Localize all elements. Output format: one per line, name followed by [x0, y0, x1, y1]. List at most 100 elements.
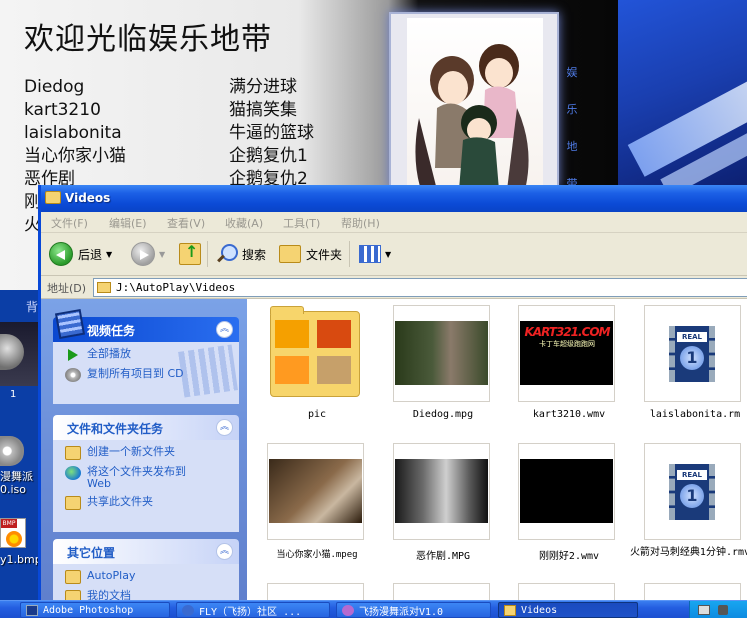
- anime-characters-illustration: [415, 44, 529, 186]
- menu-bar: 文件(F) 编辑(E) 查看(V) 收藏(A) 工具(T) 帮助(H): [41, 212, 747, 233]
- file-name: 恶作剧.MPG: [415, 551, 471, 562]
- address-path[interactable]: J:\AutoPlay\Videos: [116, 281, 235, 294]
- back-arrow-icon: [49, 242, 73, 266]
- file-name: Diedog.mpg: [412, 409, 474, 420]
- dropdown-arrow-icon[interactable]: ▼: [106, 250, 112, 259]
- menu-help[interactable]: 帮助(H): [341, 215, 380, 231]
- web-publish-icon: [65, 466, 81, 480]
- pictures-folder-icon: [270, 306, 360, 397]
- desktop-number-label: 1: [10, 389, 17, 400]
- title-bar[interactable]: Videos: [41, 185, 747, 212]
- file-tasks-panel: 文件和文件夹任务 ︽ 创建一个新文件夹 将这个文件夹发布到 Web 共享此文件夹: [53, 415, 239, 532]
- video-link[interactable]: 猫搞笑集: [229, 99, 314, 122]
- anime-poster-image: [389, 12, 559, 188]
- file-name: 当心你家小猫.mpeg: [276, 550, 358, 560]
- video-link[interactable]: laislabonita: [24, 122, 126, 145]
- menu-file[interactable]: 文件(F): [51, 215, 88, 231]
- address-input[interactable]: J:\AutoPlay\Videos: [93, 278, 747, 297]
- film-icon: [54, 308, 86, 340]
- up-folder-button[interactable]: [179, 239, 201, 269]
- file-name: pic: [307, 409, 327, 420]
- browser-icon: [182, 604, 194, 616]
- realplayer-file-icon: REAL 1: [669, 326, 715, 382]
- dropdown-arrow-icon[interactable]: ▼: [159, 250, 165, 259]
- toolbar: 后退 ▼ ▼ 搜索 文件夹 ▼: [41, 233, 747, 276]
- folder-icon: [65, 570, 81, 584]
- other-places-header[interactable]: 其它位置 ︽: [53, 539, 239, 564]
- folder-icon: [504, 604, 516, 616]
- menu-tools[interactable]: 工具(T): [283, 215, 320, 231]
- file-name: 火箭对马刺经典1分钟.rmvb: [629, 547, 747, 558]
- views-icon: [359, 245, 381, 263]
- search-button[interactable]: 搜索: [215, 239, 266, 269]
- video-thumbnail[interactable]: [393, 443, 490, 540]
- other-places-panel: 其它位置 ︽ AutoPlay 我的文档: [53, 539, 239, 603]
- taskbar-button-videos[interactable]: Videos: [498, 602, 638, 618]
- menu-view[interactable]: 查看(V): [167, 215, 205, 231]
- tray-app-icon[interactable]: [718, 605, 728, 615]
- taskbar-button-app[interactable]: 飞扬漫舞派对V1.0: [336, 602, 491, 618]
- video-link[interactable]: 企鹅复仇1: [229, 145, 314, 168]
- folder-icon: [97, 282, 111, 293]
- film-watermark-icon: [178, 344, 238, 398]
- collapse-chevron-icon[interactable]: ︽: [216, 419, 233, 436]
- collapse-chevron-icon[interactable]: ︽: [216, 321, 233, 338]
- video-thumbnail[interactable]: [518, 443, 615, 540]
- taskbar-button-photoshop[interactable]: Adobe Photoshop: [20, 602, 170, 618]
- video-tasks-panel: 视频任务 ︽ 全部播放 复制所有项目到 CD: [53, 308, 239, 404]
- new-folder-link[interactable]: 创建一个新文件夹: [65, 446, 231, 460]
- realmedia-thumbnail[interactable]: REAL 1: [644, 443, 741, 540]
- share-folder-icon: [65, 496, 81, 510]
- file-tasks-header[interactable]: 文件和文件夹任务 ︽: [53, 415, 239, 440]
- background-decoration: [618, 0, 747, 197]
- new-folder-icon: [65, 446, 81, 460]
- video-tasks-header[interactable]: 视频任务 ︽: [53, 308, 239, 342]
- video-link[interactable]: Diedog: [24, 76, 126, 99]
- bmp-image-icon[interactable]: BMP: [0, 518, 26, 548]
- explorer-window: Videos 文件(F) 编辑(E) 查看(V) 收藏(A) 工具(T) 帮助(…: [38, 185, 747, 603]
- forward-button[interactable]: ▼: [131, 239, 165, 269]
- back-button[interactable]: 后退 ▼: [49, 239, 112, 269]
- monitor-icon[interactable]: [698, 605, 710, 615]
- address-bar: 地址(D) J:\AutoPlay\Videos: [41, 276, 747, 299]
- photoshop-icon: [26, 604, 38, 616]
- menu-favorites[interactable]: 收藏(A): [225, 215, 263, 231]
- forward-arrow-icon: [131, 242, 155, 266]
- place-autoplay-link[interactable]: AutoPlay: [65, 570, 231, 584]
- app-icon: [342, 604, 354, 616]
- autoplay-title: 欢迎光临娱乐地带: [24, 22, 272, 57]
- file-name: 刚刚好2.wmv: [538, 551, 600, 562]
- views-button[interactable]: ▼: [359, 239, 391, 269]
- file-name: laislabonita.rm: [649, 409, 741, 420]
- video-thumbnail[interactable]: KART321.COM 卡丁车超级跑跑网: [518, 305, 615, 402]
- play-icon: [65, 348, 81, 362]
- window-title: Videos: [65, 191, 111, 205]
- vertical-site-name: 娱 乐 地 带: [566, 66, 578, 190]
- publish-web-link[interactable]: 将这个文件夹发布到 Web: [65, 466, 231, 490]
- file-list-area: pic Diedog.mpg KART321.COM 卡丁车超级跑跑网 kart…: [247, 299, 747, 603]
- folders-button[interactable]: 文件夹: [279, 239, 342, 269]
- taskbar-button-browser[interactable]: FLY（飞扬）社区 ...: [176, 602, 330, 618]
- system-tray: [689, 601, 747, 618]
- video-thumbnail[interactable]: [393, 305, 490, 402]
- address-label: 地址(D): [47, 282, 87, 295]
- realplayer-file-icon: REAL 1: [669, 464, 715, 520]
- share-folder-link[interactable]: 共享此文件夹: [65, 496, 231, 510]
- cd-icon: [65, 368, 81, 382]
- video-link-list-right: 满分进球 猫搞笑集 牛逼的篮球 企鹅复仇1 企鹅复仇2: [229, 76, 314, 191]
- video-link[interactable]: 牛逼的篮球: [229, 122, 314, 145]
- partial-label: 背: [26, 300, 39, 314]
- realmedia-thumbnail[interactable]: REAL 1: [644, 305, 741, 402]
- folder-icon: [45, 191, 61, 204]
- video-link[interactable]: kart3210: [24, 99, 126, 122]
- video-link[interactable]: 当心你家小猫: [24, 145, 126, 168]
- folder-up-icon: [179, 242, 201, 265]
- video-link[interactable]: 满分进球: [229, 76, 314, 99]
- file-name: kart3210.wmv: [532, 409, 606, 420]
- video-thumbnail[interactable]: [267, 443, 364, 540]
- search-icon: [215, 243, 238, 265]
- folder-thumbnail[interactable]: [267, 305, 364, 402]
- dropdown-arrow-icon[interactable]: ▼: [385, 250, 391, 259]
- menu-edit[interactable]: 编辑(E): [109, 215, 147, 231]
- collapse-chevron-icon[interactable]: ︽: [216, 543, 233, 560]
